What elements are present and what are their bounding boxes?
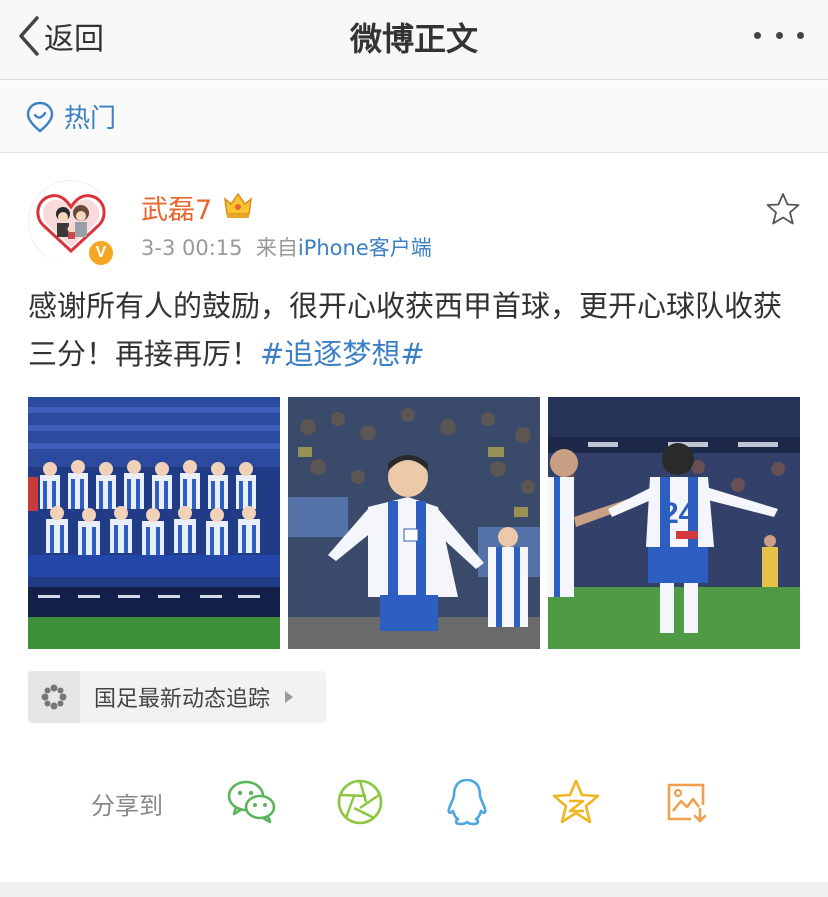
photo-thumbnail[interactable]: 24 [548,397,800,649]
photo-thumbnail[interactable] [288,397,540,649]
photo-thumbnail[interactable] [28,397,280,649]
source-prefix: 来自 [255,236,298,260]
username[interactable]: 武磊7 [141,188,212,227]
save-image-button[interactable] [660,776,712,828]
more-button[interactable] [754,20,804,50]
weibo-post: V 武磊7 3-3 00:15 来自iPhone客户端 感谢所有人的鼓励，很开心… [0,154,828,882]
jersey-number: 24 [662,497,696,530]
favorite-star-icon[interactable] [766,192,800,226]
bottom-divider [0,882,828,897]
hashtag-link[interactable]: #追逐梦想# [260,337,425,371]
flower-icon [41,684,67,710]
post-text: 感谢所有人的鼓励，很开心收获西甲首球，更开心球队收获三分！再接再厉！#追逐梦想# [28,282,808,378]
verified-badge-icon: V [87,239,115,267]
more-dot-icon [754,31,761,39]
wechat-share-button[interactable] [226,776,278,828]
location-pin-icon [26,101,54,133]
hot-label: 热门 [64,104,117,134]
nav-bar: 返回 微博正文 [0,0,828,80]
qzone-star-icon [552,779,600,824]
avatar[interactable]: V [28,180,115,267]
more-dot-icon [775,31,783,39]
celebration-back-image: 24 [548,397,800,649]
moments-share-button[interactable] [334,776,386,828]
save-image-icon [667,783,707,823]
topic-link[interactable]: 国足最新动态追踪 [28,671,326,723]
qq-share-button[interactable] [441,776,493,828]
topic-icon [28,671,80,723]
wechat-icon [227,780,276,824]
photo-grid: 24 [28,397,800,649]
crown-badge-icon [224,192,252,218]
team-photo-image [28,397,280,649]
post-time: 3-3 00:15 [141,236,243,260]
share-label: 分享到 [91,792,163,820]
topic-label: 国足最新动态追踪 [94,687,271,712]
post-meta: 3-3 00:15 来自iPhone客户端 [141,232,432,262]
caret-right-icon [285,691,294,703]
post-source[interactable]: iPhone客户端 [298,236,432,260]
celebration-image [288,397,540,649]
more-dot-icon [797,31,804,39]
page-title: 微博正文 [349,20,478,58]
qq-penguin-icon [447,778,487,826]
moments-icon [337,779,383,825]
hot-link[interactable]: 热门 [0,81,828,153]
share-bar: 分享到 [0,774,828,830]
qzone-share-button[interactable] [550,776,602,828]
